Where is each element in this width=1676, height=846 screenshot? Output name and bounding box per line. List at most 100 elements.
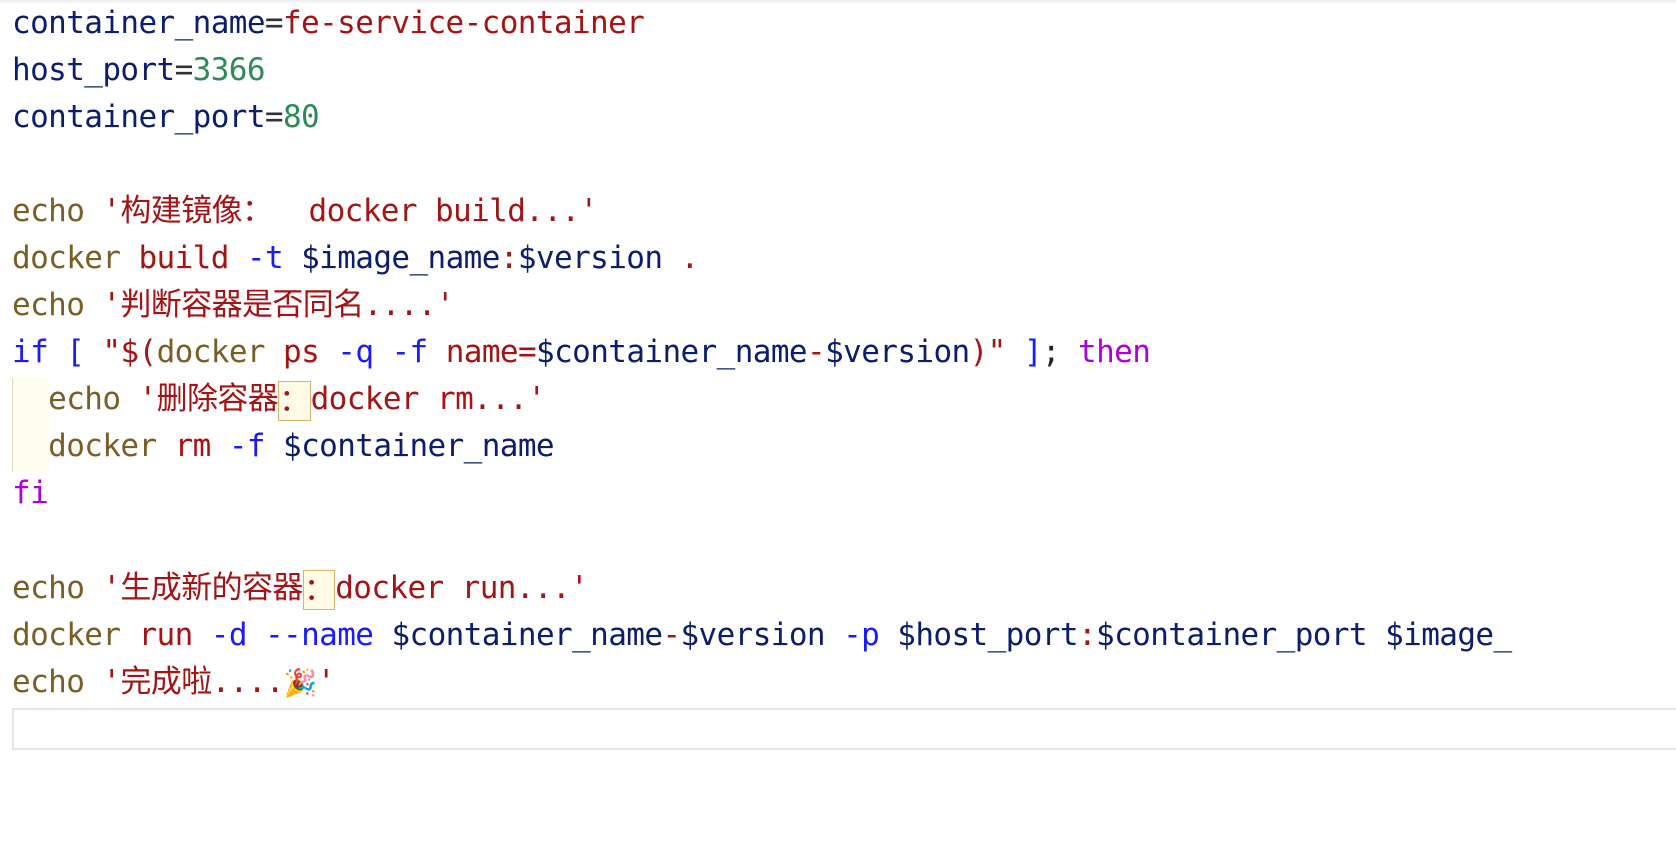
code-token: $container_name <box>283 428 555 464</box>
code-token: = <box>174 52 194 88</box>
code-token: docker run...' <box>335 570 589 606</box>
code-token: : <box>1077 617 1097 653</box>
code-token: docker rm...' <box>310 381 546 417</box>
code-token: '删除容器 <box>138 381 279 417</box>
code-token: $host_port <box>897 617 1078 653</box>
code-token: - <box>807 334 826 370</box>
code-token: '生成新的容器 <box>102 570 303 606</box>
code-token: $version <box>680 617 825 653</box>
code-line: if [ "$(docker ps -q -f name=$container_… <box>12 329 1151 376</box>
code-token: -t <box>246 240 284 276</box>
code-token: 80 <box>282 99 320 135</box>
code-token: $container_name <box>536 334 808 370</box>
code-token: ] <box>1023 334 1043 370</box>
code-token: container_name <box>12 5 265 41</box>
code-token: [ <box>66 334 85 370</box>
code-line: docker build -t $image_name:$version . <box>12 235 699 282</box>
code-line: container_port=80 <box>12 94 320 141</box>
code-token: -q <box>337 334 374 370</box>
party-popper-icon: 🎉 <box>283 668 318 699</box>
code-token: if <box>12 334 49 370</box>
code-token: ; <box>1041 334 1079 370</box>
code-token: -f <box>391 334 428 370</box>
code-token: -f <box>228 428 266 464</box>
code-line: echo '完成啦....🎉' <box>12 659 336 706</box>
code-token: $version <box>825 334 970 370</box>
code-token: host_port <box>12 52 175 88</box>
code-token: name= <box>445 334 537 370</box>
code-token: echo <box>12 570 85 606</box>
bracket-highlight: ： <box>302 569 336 610</box>
code-token: $container_port <box>1096 617 1368 653</box>
code-token: run <box>138 617 193 653</box>
code-token: -d <box>210 617 248 653</box>
code-line: echo '构建镜像： docker build...' <box>12 188 598 235</box>
code-line: container_name=fe-service-container <box>12 0 645 47</box>
code-token: )" <box>969 334 1007 370</box>
code-token: rm <box>174 428 212 464</box>
code-token: build <box>138 240 229 276</box>
code-token: fe-service-container <box>282 5 645 41</box>
code-editor[interactable]: container_name=fe-service-container host_… <box>0 0 1676 846</box>
code-token: '构建镜像： docker build...' <box>102 193 598 229</box>
code-token: "$( <box>102 334 157 370</box>
code-token: $image_name <box>301 240 500 276</box>
code-token: ps <box>283 334 320 370</box>
code-token: fi <box>12 475 49 511</box>
code-token: = <box>264 99 284 135</box>
current-line-input[interactable] <box>12 708 1676 750</box>
code-token: echo <box>12 287 85 323</box>
code-token: . <box>680 240 699 276</box>
code-line: echo '删除容器：docker rm...' <box>12 376 546 423</box>
code-token: then <box>1078 334 1151 370</box>
code-token: = <box>264 5 284 41</box>
code-token: --name <box>264 617 374 653</box>
code-token: : <box>499 240 519 276</box>
code-token: $image_ <box>1385 617 1512 653</box>
code-token: -p <box>843 617 880 653</box>
code-token: $version <box>517 240 663 276</box>
code-token: '判断容器是否同名....' <box>102 287 454 323</box>
code-line: host_port=3366 <box>12 47 266 94</box>
code-line: echo '判断容器是否同名....' <box>12 282 455 329</box>
code-line: docker rm -f $container_name <box>12 423 554 470</box>
code-token: echo <box>12 664 85 700</box>
code-token: container_port <box>12 99 265 135</box>
bracket-highlight: ： <box>278 380 311 421</box>
code-token: ' <box>316 664 336 700</box>
code-token: '完成啦.... <box>102 664 284 700</box>
code-line: echo '生成新的容器：docker run...' <box>12 565 589 612</box>
code-token: docker <box>12 617 121 653</box>
code-token: docker <box>12 240 121 276</box>
code-token: 3366 <box>192 52 266 88</box>
code-token: - <box>662 617 681 653</box>
code-token: docker <box>156 334 266 370</box>
code-token: echo <box>48 381 121 417</box>
